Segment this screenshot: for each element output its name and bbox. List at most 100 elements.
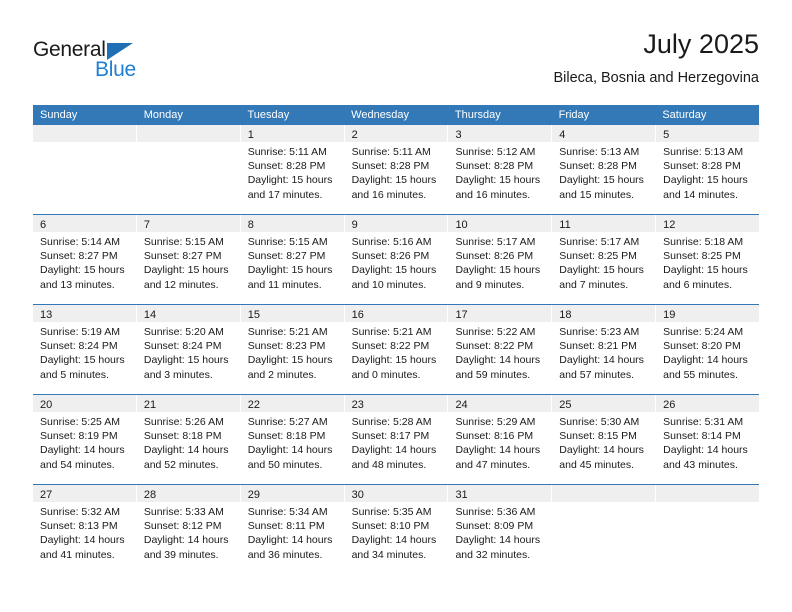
calendar-day-cell[interactable]: 26 Sunrise: 5:31 AM Sunset: 8:14 PM Dayligh… <box>656 395 760 484</box>
day-info-line: Sunset: 8:26 PM <box>455 250 534 263</box>
day-info-line: Daylight: 14 hours <box>559 444 644 457</box>
calendar-day-cell[interactable]: 25 Sunrise: 5:30 AM Sunset: 8:15 PM Dayligh… <box>552 395 657 484</box>
day-info-line: Sunset: 8:27 PM <box>143 250 222 263</box>
calendar-day-cell[interactable]: 19 Sunrise: 5:24 AM Sunset: 8:20 PM Dayligh… <box>656 305 760 394</box>
day-info-line: Sunset: 8:19 PM <box>40 430 118 443</box>
calendar-day-cell[interactable]: 1 Sunrise: 5:11 AM Sunset: 8:28 PM Daylight… <box>240 125 345 214</box>
day-number: 6 <box>40 219 47 231</box>
page-subtitle: Bileca, Bosnia and Herzegovina <box>553 70 759 86</box>
calendar-day-cell[interactable]: 10 Sunrise: 5:17 AM Sunset: 8:26 PM Dayligh… <box>448 215 553 304</box>
day-info-line: Sunset: 8:17 PM <box>351 430 430 443</box>
weekday-header-tuesday: Tuesday <box>247 109 290 121</box>
day-info-line: Daylight: 15 hours <box>663 264 748 277</box>
calendar-day-cell[interactable]: 21 Sunrise: 5:26 AM Sunset: 8:18 PM Dayligh… <box>136 395 241 484</box>
calendar-day-cell[interactable]: 30 Sunrise: 5:35 AM Sunset: 8:10 PM Dayligh… <box>344 485 449 574</box>
day-info-line: Sunset: 8:16 PM <box>455 430 534 443</box>
calendar-day-cell[interactable]: 28 Sunrise: 5:33 AM Sunset: 8:12 PM Dayligh… <box>136 485 241 574</box>
day-info-line: and 14 minutes. <box>663 188 738 201</box>
calendar-day-cell[interactable]: 7 Sunrise: 5:15 AM Sunset: 8:27 PM Daylight… <box>136 215 241 304</box>
day-number: 19 <box>663 309 676 321</box>
calendar-week-row: 27 Sunrise: 5:32 AM Sunset: 8:13 PM Dayligh… <box>33 484 760 574</box>
day-number-bar: 14 <box>136 305 240 322</box>
day-info-line: and 39 minutes. <box>143 548 219 561</box>
day-info-line: Sunrise: 5:17 AM <box>559 236 640 248</box>
day-info-line: Daylight: 14 hours <box>351 534 437 547</box>
day-info-line: Sunrise: 5:29 AM <box>455 416 536 428</box>
day-sun-info: Sunrise: 5:33 AM Sunset: 8:12 PM Daylight:… <box>137 502 240 562</box>
day-number: 30 <box>351 489 364 501</box>
day-info-line: Daylight: 14 hours <box>143 444 229 457</box>
day-number-bar: 11 <box>552 215 656 232</box>
calendar-day-cell[interactable]: 16 Sunrise: 5:21 AM Sunset: 8:22 PM Dayligh… <box>344 305 449 394</box>
day-info-line: Daylight: 15 hours <box>455 264 541 277</box>
calendar-day-cell[interactable]: 22 Sunrise: 5:27 AM Sunset: 8:18 PM Dayligh… <box>240 395 345 484</box>
day-sun-info: Sunrise: 5:28 AM Sunset: 8:17 PM Daylight:… <box>345 412 448 472</box>
calendar-day-cell[interactable]: 8 Sunrise: 5:15 AM Sunset: 8:27 PM Daylight… <box>240 215 345 304</box>
calendar-day-cell[interactable]: 3 Sunrise: 5:12 AM Sunset: 8:28 PM Daylight… <box>448 125 553 214</box>
calendar-day-cell[interactable]: 5 Sunrise: 5:13 AM Sunset: 8:28 PM Daylight… <box>656 125 760 214</box>
day-sun-info: Sunrise: 5:27 AM Sunset: 8:18 PM Daylight:… <box>241 412 344 472</box>
page-title: July 2025 <box>643 29 759 59</box>
day-number-bar: 6 <box>33 215 136 232</box>
day-info-line: Sunset: 8:26 PM <box>351 250 430 263</box>
day-info-line: and 0 minutes. <box>351 368 421 381</box>
calendar-day-cell[interactable]: 24 Sunrise: 5:29 AM Sunset: 8:16 PM Dayligh… <box>448 395 553 484</box>
day-sun-info <box>552 502 655 505</box>
day-sun-info <box>656 502 759 505</box>
calendar-day-cell[interactable]: 14 Sunrise: 5:20 AM Sunset: 8:24 PM Dayligh… <box>136 305 241 394</box>
calendar-day-cell[interactable]: 4 Sunrise: 5:13 AM Sunset: 8:28 PM Daylight… <box>552 125 657 214</box>
day-info-line: Sunrise: 5:18 AM <box>663 236 744 248</box>
day-info-line: Daylight: 14 hours <box>143 534 229 547</box>
calendar-day-cell[interactable]: 20 Sunrise: 5:25 AM Sunset: 8:19 PM Dayligh… <box>33 395 137 484</box>
day-sun-info: Sunrise: 5:15 AM Sunset: 8:27 PM Daylight:… <box>241 232 344 292</box>
calendar-day-cell[interactable]: 6 Sunrise: 5:14 AM Sunset: 8:27 PM Daylight… <box>33 215 137 304</box>
day-number: 3 <box>455 129 462 141</box>
calendar-week-row: 20 Sunrise: 5:25 AM Sunset: 8:19 PM Dayligh… <box>33 394 760 484</box>
calendar-day-cell[interactable]: 23 Sunrise: 5:28 AM Sunset: 8:17 PM Dayligh… <box>344 395 449 484</box>
day-sun-info: Sunrise: 5:29 AM Sunset: 8:16 PM Daylight:… <box>448 412 551 472</box>
day-number-bar: 26 <box>656 395 760 412</box>
day-info-line: Sunrise: 5:27 AM <box>247 416 328 428</box>
day-sun-info <box>137 142 240 145</box>
day-number-bar: 24 <box>448 395 552 412</box>
calendar-day-cell[interactable]: 12 Sunrise: 5:18 AM Sunset: 8:25 PM Dayligh… <box>656 215 760 304</box>
day-info-line: Daylight: 15 hours <box>247 354 333 367</box>
calendar-day-cell[interactable]: 18 Sunrise: 5:23 AM Sunset: 8:21 PM Dayligh… <box>552 305 657 394</box>
day-sun-info: Sunrise: 5:11 AM Sunset: 8:28 PM Daylight:… <box>241 142 344 202</box>
day-sun-info: Sunrise: 5:18 AM Sunset: 8:25 PM Daylight:… <box>656 232 759 292</box>
calendar-page: General Blue July 2025 Bileca, Bosnia an… <box>0 0 792 612</box>
day-sun-info: Sunrise: 5:22 AM Sunset: 8:22 PM Daylight:… <box>448 322 551 382</box>
weekday-header-sunday: Sunday <box>40 109 78 121</box>
day-info-line: Sunset: 8:18 PM <box>247 430 326 443</box>
calendar-day-cell[interactable]: 13 Sunrise: 5:19 AM Sunset: 8:24 PM Dayligh… <box>33 305 137 394</box>
day-number-bar: 18 <box>552 305 656 322</box>
day-number-bar: 29 <box>240 485 344 502</box>
day-info-line: Sunrise: 5:21 AM <box>351 326 432 338</box>
day-info-line: Sunset: 8:09 PM <box>455 520 534 533</box>
day-info-line: Sunset: 8:28 PM <box>455 160 534 173</box>
calendar-day-cell[interactable]: 17 Sunrise: 5:22 AM Sunset: 8:22 PM Dayligh… <box>448 305 553 394</box>
calendar-day-cell[interactable]: 29 Sunrise: 5:34 AM Sunset: 8:11 PM Dayligh… <box>240 485 345 574</box>
day-info-line: and 54 minutes. <box>40 458 115 471</box>
calendar-day-cell[interactable]: 9 Sunrise: 5:16 AM Sunset: 8:26 PM Daylight… <box>344 215 449 304</box>
day-info-line: Sunrise: 5:13 AM <box>559 146 640 158</box>
day-info-line: Daylight: 14 hours <box>455 444 541 457</box>
calendar-day-cell[interactable]: 31 Sunrise: 5:36 AM Sunset: 8:09 PM Dayligh… <box>448 485 553 574</box>
day-number: 14 <box>143 309 157 321</box>
day-info-line: Daylight: 14 hours <box>247 444 333 457</box>
day-info-line: Sunset: 8:28 PM <box>559 160 637 173</box>
calendar-day-cell[interactable]: 15 Sunrise: 5:21 AM Sunset: 8:23 PM Dayligh… <box>240 305 345 394</box>
day-number: 4 <box>559 129 566 141</box>
calendar-day-cell[interactable]: 11 Sunrise: 5:17 AM Sunset: 8:25 PM Dayligh… <box>552 215 657 304</box>
calendar-day-cell[interactable]: 2 Sunrise: 5:11 AM Sunset: 8:28 PM Daylight… <box>344 125 449 214</box>
calendar-day-cell[interactable]: 27 Sunrise: 5:32 AM Sunset: 8:13 PM Dayligh… <box>33 485 137 574</box>
day-info-line: Daylight: 14 hours <box>351 444 437 457</box>
day-number: 31 <box>455 489 468 501</box>
day-info-line: and 36 minutes. <box>247 548 323 561</box>
day-number: 23 <box>351 399 364 411</box>
day-number: 10 <box>455 219 468 231</box>
calendar-day-empty <box>33 125 137 214</box>
day-info-line: Sunset: 8:11 PM <box>247 520 325 533</box>
day-sun-info: Sunrise: 5:17 AM Sunset: 8:25 PM Daylight:… <box>552 232 655 292</box>
day-info-line: and 10 minutes. <box>351 278 427 291</box>
